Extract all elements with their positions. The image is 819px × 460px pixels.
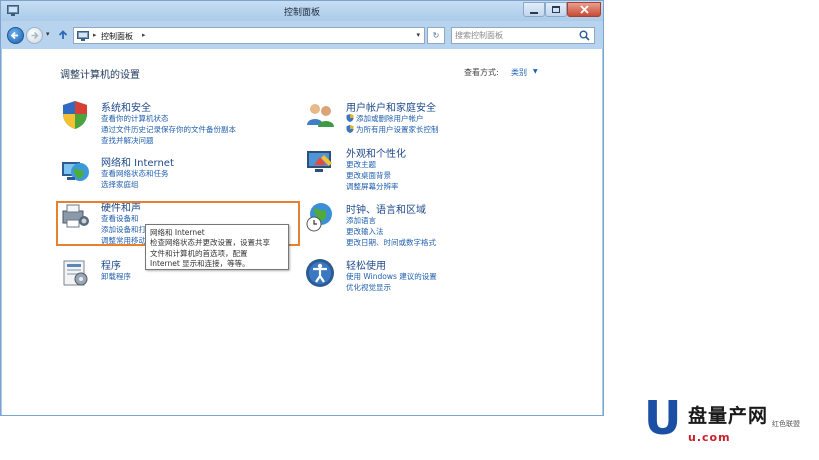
- category-title[interactable]: 程序: [101, 257, 121, 272]
- category-link[interactable]: 添加或删除用户帐户: [346, 113, 424, 124]
- category-link[interactable]: 更改主题: [346, 159, 376, 170]
- minimize-icon: [530, 11, 538, 14]
- category-user-accounts: 用户帐户和家庭安全 添加或删除用户帐户 为所有用户设置家长控制: [304, 99, 524, 139]
- control-panel-window: 控制面板 ▾ ▸ 控制面板 ▸ ▾ ↻ 调整计算机的设置 查看方式:: [0, 0, 604, 416]
- category-title[interactable]: 轻松使用: [346, 257, 386, 272]
- category-link[interactable]: 查找并解决问题: [101, 135, 154, 146]
- category-title[interactable]: 用户帐户和家庭安全: [346, 99, 436, 114]
- search-box[interactable]: [451, 27, 595, 44]
- globe-clock-icon[interactable]: [304, 201, 336, 233]
- category-ease-of-access: 轻松使用 使用 Windows 建议的设置 优化视觉显示: [304, 257, 524, 297]
- appearance-icon[interactable]: [304, 145, 336, 177]
- forward-button[interactable]: [26, 27, 43, 44]
- address-bar[interactable]: ▸ 控制面板 ▸ ▾: [73, 27, 425, 44]
- back-button[interactable]: [7, 27, 24, 44]
- category-link[interactable]: 为所有用户设置家长控制: [346, 124, 439, 135]
- category-system-security: 系统和安全 查看你的计算机状态 通过文件历史记录保存你的文件备份副本 查找并解决…: [59, 99, 289, 149]
- users-icon[interactable]: [304, 99, 336, 131]
- control-panel-icon: [77, 31, 89, 41]
- category-appearance: 外观和个性化 更改主题 更改桌面背景 调整屏幕分辨率: [304, 145, 524, 195]
- up-arrow-icon[interactable]: [57, 29, 69, 41]
- breadcrumb-control-panel[interactable]: 控制面板: [101, 31, 133, 42]
- category-title[interactable]: 时钟、语言和区域: [346, 201, 426, 216]
- forward-arrow-icon: [31, 31, 39, 40]
- ease-of-access-icon[interactable]: [304, 257, 336, 289]
- refresh-icon: ↻: [432, 31, 440, 40]
- category-link[interactable]: 优化视觉显示: [346, 282, 391, 293]
- maximize-button[interactable]: [545, 2, 567, 17]
- tooltip-line: 检查网络状态并更改设置，设置共享: [150, 238, 270, 247]
- category-clock-language-region: 时钟、语言和区域 添加语言 更改输入法 更改日期、时间或数字格式: [304, 201, 524, 251]
- close-button[interactable]: [567, 2, 601, 17]
- view-by-label: 查看方式:: [464, 68, 499, 77]
- address-dropdown-icon[interactable]: ▾: [416, 31, 420, 39]
- category-link-text: 为所有用户设置家长控制: [356, 125, 439, 134]
- breadcrumb-chevron-icon[interactable]: ▸: [93, 31, 97, 39]
- navigation-bar: ▾ ▸ 控制面板 ▸ ▾ ↻: [1, 21, 603, 49]
- close-icon: [579, 5, 589, 14]
- category-link-text: 添加或删除用户帐户: [356, 114, 424, 123]
- category-title[interactable]: 外观和个性化: [346, 145, 406, 160]
- shield-icon[interactable]: [59, 99, 91, 131]
- tooltip-line: Internet 显示和连接，等等。: [150, 259, 250, 268]
- category-link[interactable]: 选择家庭组: [101, 179, 139, 190]
- title-bar[interactable]: 控制面板: [1, 1, 603, 21]
- category-link[interactable]: 添加语言: [346, 215, 376, 226]
- search-icon[interactable]: [579, 30, 590, 41]
- page-title: 调整计算机的设置: [60, 70, 140, 81]
- uac-shield-icon: [346, 125, 354, 133]
- window-title: 控制面板: [283, 8, 320, 18]
- category-title[interactable]: 系统和安全: [101, 99, 151, 114]
- watermark-url: u.com: [688, 431, 731, 444]
- programs-icon[interactable]: [59, 257, 91, 289]
- globe-network-icon[interactable]: [59, 154, 91, 186]
- category-link[interactable]: 更改输入法: [346, 226, 384, 237]
- category-link[interactable]: 更改日期、时间或数字格式: [346, 237, 436, 248]
- maximize-icon: [552, 6, 560, 13]
- view-by-dropdown[interactable]: 类别: [511, 67, 527, 78]
- uac-shield-icon: [346, 114, 354, 122]
- refresh-button[interactable]: ↻: [427, 27, 445, 44]
- category-link[interactable]: 卸载程序: [101, 271, 131, 282]
- recent-pages-dropdown-icon[interactable]: ▾: [46, 30, 50, 38]
- content-area: 调整计算机的设置 查看方式: 类别 ▼ 系统和安全 查看你的计算机状态 通过文件…: [2, 49, 602, 415]
- category-link[interactable]: 查看你的计算机状态: [101, 113, 169, 124]
- back-arrow-icon: [10, 31, 18, 40]
- category-link[interactable]: 通过文件历史记录保存你的文件备份副本: [101, 124, 236, 135]
- minimize-button[interactable]: [523, 2, 545, 17]
- category-link[interactable]: 调整屏幕分辨率: [346, 181, 399, 192]
- category-title[interactable]: 网络和 Internet: [101, 154, 174, 169]
- watermark-letter: U: [644, 391, 682, 445]
- category-network-internet: 网络和 Internet 查看网络状态和任务 选择家庭组: [59, 154, 289, 194]
- view-by-chevron-down-icon[interactable]: ▼: [533, 68, 538, 75]
- watermark-small-text: 红色联盟: [772, 420, 800, 428]
- category-link[interactable]: 更改桌面背景: [346, 170, 391, 181]
- search-input[interactable]: [455, 29, 575, 42]
- category-link[interactable]: 查看网络状态和任务: [101, 168, 169, 179]
- category-link[interactable]: 使用 Windows 建议的设置: [346, 271, 437, 282]
- breadcrumb-chevron-icon[interactable]: ▸: [142, 31, 146, 39]
- network-tooltip: 网络和 Internet 检查网络状态并更改设置，设置共享 文件和计算机的首选项…: [145, 224, 289, 270]
- watermark-brand: 盘量产网: [688, 405, 769, 427]
- watermark-logo: U 盘量产网 红色联盟 u.com: [644, 395, 814, 455]
